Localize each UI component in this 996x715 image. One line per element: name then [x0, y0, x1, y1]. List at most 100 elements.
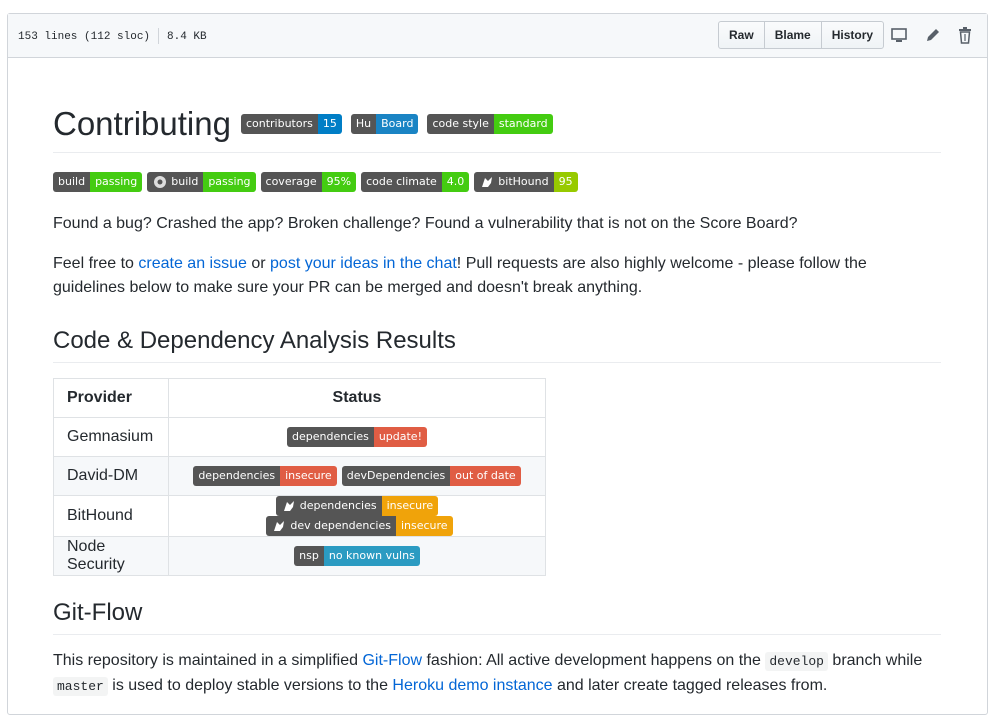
badge[interactable]: bitHound 95 — [474, 172, 578, 192]
badge[interactable]: dependencies insecure — [275, 496, 439, 516]
badge-label: Hu — [350, 114, 377, 134]
pencil-icon[interactable] — [924, 26, 942, 44]
provider-cell: David-DM — [53, 456, 169, 496]
develop-code: develop — [765, 652, 828, 671]
badge-label: build — [147, 172, 204, 192]
file-size: 8.4 KB — [167, 30, 207, 43]
trash-icon[interactable] — [956, 26, 974, 44]
badge-label: devDependencies — [341, 466, 451, 486]
bithound-icon — [274, 521, 285, 531]
bithound-icon — [482, 177, 493, 187]
file-actions: Raw Blame History — [718, 21, 885, 49]
badge-label: dependencies — [193, 466, 281, 486]
status-cell: dependencies update! — [168, 417, 546, 457]
table-row: Gemnasium dependencies update! — [53, 417, 546, 457]
table-body: Gemnasium dependencies update! David-DM depe… — [53, 417, 546, 576]
badge[interactable]: code climate 4.0 — [361, 172, 470, 192]
text: This repository is maintained in a simpl… — [53, 652, 363, 669]
badge-label-text: build — [171, 175, 199, 188]
contribute-paragraph: Feel free to create an issue or post you… — [53, 252, 941, 300]
page-title: Contributing contributors 15 Hu Board code s… — [53, 105, 941, 143]
badge[interactable]: dependencies update! — [287, 427, 427, 447]
badge-value: 15 — [317, 114, 342, 134]
badge[interactable]: devDependencies out of date — [341, 466, 521, 486]
badge[interactable]: dev dependencies insecure — [266, 516, 453, 536]
provider-cell: BitHound — [53, 495, 169, 537]
badge-label-text: Hu — [355, 117, 372, 130]
badge-label: dependencies — [287, 427, 374, 447]
line-count: 153 lines (112 sloc) — [18, 30, 151, 43]
badge-value: 95 — [553, 172, 578, 192]
badge[interactable]: dependencies insecure — [193, 466, 337, 486]
gitflow-link[interactable]: Git-Flow — [362, 652, 422, 669]
analysis-rule — [53, 362, 941, 363]
badge[interactable]: contributors 15 — [240, 114, 342, 134]
blame-button[interactable]: Blame — [763, 21, 822, 49]
provider-cell: Gemnasium — [53, 417, 169, 457]
badge-label-text: dev dependencies — [290, 519, 391, 532]
gitflow-paragraph: This repository is maintained in a simpl… — [53, 649, 941, 699]
badge-value: update! — [373, 427, 427, 447]
badge-label: build — [53, 172, 91, 192]
badge-value: Board — [376, 114, 419, 134]
badge-label-text: contributors — [245, 117, 313, 130]
table-header-row: Provider Status — [53, 378, 546, 418]
badge[interactable]: build passing — [147, 172, 256, 192]
text: branch while — [827, 652, 923, 669]
badge[interactable]: code style standard — [427, 114, 553, 134]
badge[interactable]: Hu Board — [350, 114, 419, 134]
raw-button[interactable]: Raw — [718, 21, 765, 49]
desktop-icon[interactable] — [890, 26, 908, 44]
history-button[interactable]: History — [820, 21, 885, 49]
badge-label-text: devDependencies — [346, 469, 446, 482]
badge-value: no known vulns — [323, 546, 420, 566]
badge-label-text: build — [58, 175, 86, 188]
badge[interactable]: nsp no known vulns — [294, 546, 420, 566]
bithound-icon — [283, 501, 294, 511]
badge-value: insecure — [381, 496, 439, 516]
badge-label: bitHound — [474, 172, 554, 192]
title-badges: contributors 15 Hu Board code style standard — [240, 114, 553, 134]
chat-link[interactable]: post your ideas in the chat — [270, 255, 457, 272]
file-container: 153 lines (112 sloc) 8.4 KB Raw Blame His… — [7, 13, 988, 715]
status-cell: dependencies insecure devDependencies out o… — [168, 456, 546, 496]
badge-label: nsp — [294, 546, 324, 566]
provider-cell: Node Security — [53, 536, 169, 576]
text: is used to deploy stable versions to the — [107, 677, 393, 694]
gitflow-heading: Git-Flow — [53, 599, 143, 626]
badge-value: passing — [90, 172, 143, 192]
badge-value: passing — [203, 172, 256, 192]
badge[interactable]: build passing — [53, 172, 143, 192]
badge-label-text: dependencies — [299, 499, 377, 512]
status-badges: build passing build passing coverage 95% code … — [53, 172, 578, 192]
divider — [158, 28, 160, 44]
status-cell: dependencies insecure dev dependencies inse… — [168, 495, 546, 537]
text: fashion: All active development happens … — [422, 652, 766, 669]
badge-label: code climate — [361, 172, 442, 192]
table-row: Node Security nsp no known vulns — [53, 536, 546, 576]
status-header: Status — [168, 378, 546, 418]
badge[interactable]: coverage 95% — [260, 172, 357, 192]
text: and later create tagged releases from. — [552, 677, 828, 694]
heroku-link[interactable]: Heroku demo instance — [392, 677, 552, 694]
badge-label-text: dependencies — [292, 430, 369, 443]
badge-label-text: coverage — [265, 175, 317, 188]
analysis-table: Provider Status Gemnasium dependencies upd… — [53, 378, 546, 576]
badge-label-text: code climate — [366, 175, 437, 188]
badge-label-text: bitHound — [498, 175, 549, 188]
gitflow-rule — [53, 634, 941, 635]
badge-label-text: nsp — [299, 549, 319, 562]
badge-label: coverage — [260, 172, 322, 192]
badge-value: standard — [493, 114, 553, 134]
badge-label-text: code style — [432, 117, 489, 130]
status-cell: nsp no known vulns — [168, 536, 546, 576]
table-row: BitHound dependencies insecure dev dependen… — [53, 495, 546, 537]
badge-label: dev dependencies — [266, 516, 396, 536]
badge-label: dependencies — [275, 496, 382, 516]
table-row: David-DM dependencies insecure devDependenc… — [53, 456, 546, 496]
text: Feel free to — [53, 255, 139, 272]
badge-label: code style — [427, 114, 494, 134]
badge-value: insecure — [280, 466, 337, 486]
create-issue-link[interactable]: create an issue — [138, 255, 247, 272]
badge-value: insecure — [395, 516, 453, 536]
